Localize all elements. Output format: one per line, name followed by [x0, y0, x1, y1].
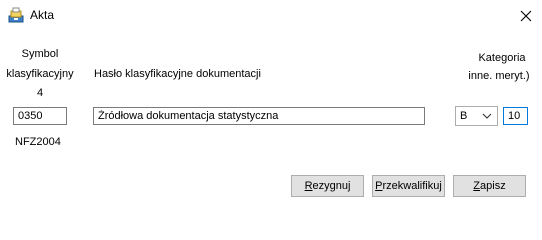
kategoria-select-value: B [460, 110, 468, 122]
cancel-button-label: ezygnuj [312, 180, 351, 192]
haslo-field[interactable] [93, 107, 425, 125]
symbol-header-line1: Symbol [21, 48, 59, 60]
close-button[interactable] [516, 6, 536, 26]
reclassify-button-accel: P [375, 180, 383, 192]
kategoria-header-line1: Kategoria [478, 52, 526, 64]
cancel-button-accel: R [304, 180, 313, 192]
close-icon [520, 10, 532, 22]
title-bar: Akta [0, 0, 542, 31]
symbol-field[interactable] [13, 107, 67, 125]
save-button-label: apisz [480, 180, 506, 192]
save-button-accel: Z [473, 180, 481, 192]
archive-icon [8, 7, 24, 23]
reclassify-button[interactable]: Przekwalifikuj [372, 175, 445, 197]
symbol-header-line2: klasyfikacyjny [6, 68, 74, 80]
reclassify-button-label: rzekwalifikuj [382, 180, 442, 192]
window-title: Akta [30, 8, 55, 22]
chevron-down-icon [482, 113, 492, 119]
symbol-code: NFZ2004 [15, 136, 61, 148]
kategoria-select[interactable]: B [455, 106, 498, 126]
save-button[interactable]: Zapisz [453, 175, 526, 197]
haslo-header: Hasło klasyfikacyjne dokumentacji [94, 68, 261, 80]
kategoria-number-field[interactable] [503, 107, 528, 125]
cancel-button[interactable]: Rezygnuj [291, 175, 364, 197]
kategoria-header-line2: inne. meryt.) [468, 70, 530, 82]
symbol-level: 4 [36, 87, 44, 99]
